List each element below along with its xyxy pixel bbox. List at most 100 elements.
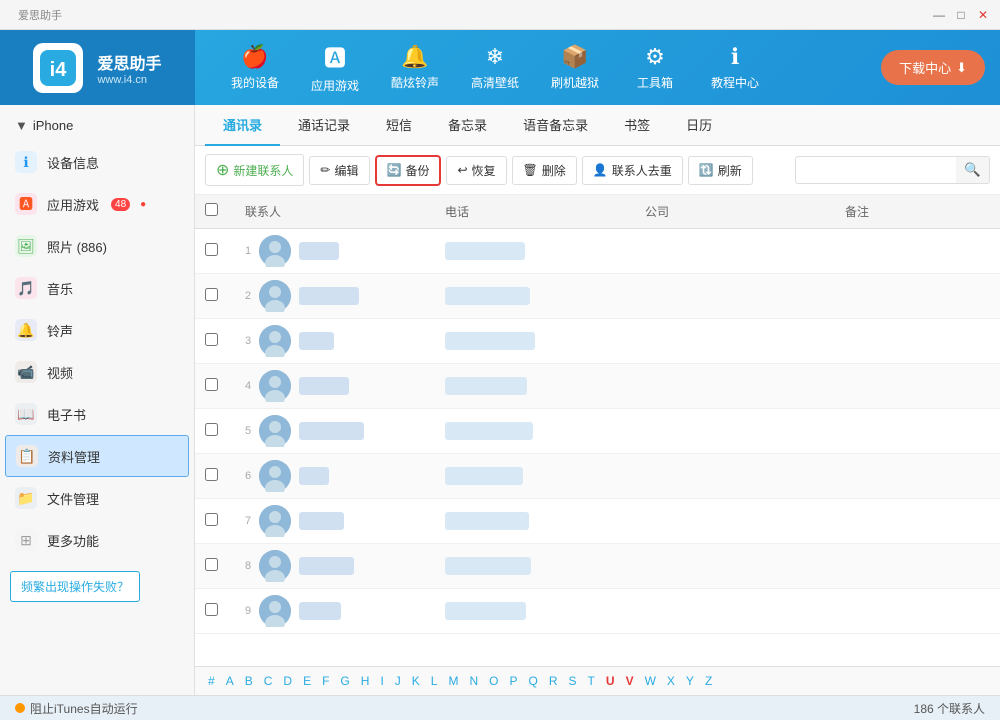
- maximize-button[interactable]: □: [952, 6, 970, 24]
- alpha-index-item[interactable]: B: [242, 673, 256, 689]
- alpha-index-item[interactable]: D: [280, 673, 295, 689]
- tab-calendar[interactable]: 日历: [668, 105, 730, 146]
- alpha-index-item[interactable]: N: [466, 673, 481, 689]
- alpha-index-item[interactable]: S: [566, 673, 580, 689]
- nav-tutorials[interactable]: ℹ 教程中心: [695, 30, 775, 105]
- sidebar-item-file-mgr[interactable]: 📁 文件管理: [0, 477, 194, 519]
- freq-error-button[interactable]: 频繁出现操作失败？: [10, 571, 140, 602]
- alpha-index-item[interactable]: T: [585, 673, 598, 689]
- nav-tools[interactable]: ⚙ 工具箱: [615, 30, 695, 105]
- alpha-index-item[interactable]: G: [337, 673, 352, 689]
- alpha-index-item[interactable]: M: [445, 673, 461, 689]
- contact-name: [299, 512, 344, 530]
- new-contact-button[interactable]: ⊕ 新建联系人: [205, 154, 304, 186]
- table-row[interactable]: 4: [195, 364, 1000, 409]
- row-checkbox[interactable]: [205, 423, 218, 436]
- sidebar-item-file-mgr-label: 文件管理: [47, 489, 99, 508]
- alpha-index-item[interactable]: Z: [702, 673, 715, 689]
- tab-notes[interactable]: 备忘录: [430, 105, 505, 146]
- nav-jailbreak[interactable]: 📦 刷机越狱: [535, 30, 615, 105]
- alpha-index-item[interactable]: W: [642, 673, 659, 689]
- sidebar-item-ringtone[interactable]: 🔔 铃声: [0, 309, 194, 351]
- alpha-index-item[interactable]: V: [623, 673, 637, 689]
- sidebar-item-music[interactable]: 🎵 音乐: [0, 267, 194, 309]
- row-checkbox[interactable]: [205, 558, 218, 571]
- select-all-checkbox[interactable]: [205, 203, 218, 216]
- row-checkbox[interactable]: [205, 333, 218, 346]
- titlebar: 爱思助手 — □ ✕: [0, 0, 1000, 30]
- row-checkbox[interactable]: [205, 378, 218, 391]
- alpha-index-item[interactable]: U: [603, 673, 618, 689]
- device-header[interactable]: ▼ iPhone: [0, 110, 194, 141]
- table-row[interactable]: 6: [195, 454, 1000, 499]
- alpha-index-item[interactable]: C: [261, 673, 276, 689]
- edit-button[interactable]: ✏ 编辑: [309, 156, 369, 185]
- sidebar-item-ebook[interactable]: 📖 电子书: [0, 393, 194, 435]
- nav-ringtones[interactable]: 🔔 酷炫铃声: [375, 30, 455, 105]
- music-icon: 🎵: [15, 277, 37, 299]
- alpha-index-item[interactable]: K: [409, 673, 423, 689]
- apple-icon: 🍎: [241, 44, 268, 70]
- backup-icon: 🔄: [387, 163, 402, 177]
- row-checkbox[interactable]: [205, 603, 218, 616]
- tab-voice-notes[interactable]: 语音备忘录: [505, 105, 606, 146]
- table-row[interactable]: 5: [195, 409, 1000, 454]
- tab-bookmarks[interactable]: 书签: [606, 105, 668, 146]
- table-row[interactable]: 1: [195, 229, 1000, 274]
- row-checkbox[interactable]: [205, 243, 218, 256]
- backup-button[interactable]: 🔄 备份: [375, 155, 442, 186]
- alpha-index-item[interactable]: O: [486, 673, 501, 689]
- nav-apps[interactable]: 🅰 应用游戏: [295, 30, 375, 105]
- contact-phone: [445, 377, 527, 395]
- delete-button[interactable]: 🗑 删除: [512, 156, 577, 185]
- row-checkbox[interactable]: [205, 468, 218, 481]
- contact-phone: [445, 287, 530, 305]
- dedup-button[interactable]: 👤 联系人去重: [582, 156, 683, 185]
- alpha-index-item[interactable]: H: [358, 673, 373, 689]
- col-note: 备注: [835, 203, 1000, 220]
- table-row[interactable]: 9: [195, 589, 1000, 634]
- search-input[interactable]: [796, 158, 956, 182]
- table-row[interactable]: 3: [195, 319, 1000, 364]
- alpha-index-item[interactable]: X: [664, 673, 678, 689]
- sidebar-item-more-label: 更多功能: [47, 531, 99, 550]
- collapse-arrow-icon: ▼: [15, 118, 28, 133]
- sidebar-item-more[interactable]: ⊞ 更多功能: [0, 519, 194, 561]
- table-row[interactable]: 2: [195, 274, 1000, 319]
- sidebar-item-device-info[interactable]: ℹ 设备信息: [0, 141, 194, 183]
- alpha-index-item[interactable]: I: [377, 673, 386, 689]
- alpha-index-item[interactable]: Y: [683, 673, 697, 689]
- minimize-button[interactable]: —: [930, 6, 948, 24]
- sidebar-item-data-mgr[interactable]: 📋 资料管理: [5, 435, 189, 477]
- close-button[interactable]: ✕: [974, 6, 992, 24]
- alpha-index-item[interactable]: F: [319, 673, 332, 689]
- alpha-index-item[interactable]: L: [428, 673, 441, 689]
- alpha-index-item[interactable]: R: [546, 673, 561, 689]
- alpha-index-item[interactable]: E: [300, 673, 314, 689]
- row-checkbox[interactable]: [205, 513, 218, 526]
- download-center-button[interactable]: 下载中心 ⬇: [881, 50, 985, 85]
- sidebar-item-video[interactable]: 📹 视频: [0, 351, 194, 393]
- refresh-button[interactable]: 🔃 刷新: [688, 156, 753, 185]
- alpha-index-item[interactable]: #: [205, 673, 218, 689]
- sidebar-item-apps[interactable]: 🅰 应用游戏 48 ●: [0, 183, 194, 225]
- tab-sms[interactable]: 短信: [368, 105, 430, 146]
- table-row[interactable]: 8: [195, 544, 1000, 589]
- search-button[interactable]: 🔍: [956, 157, 989, 183]
- contact-phone: [445, 422, 533, 440]
- tab-contacts[interactable]: 通讯录: [205, 105, 280, 146]
- nav-wallpaper[interactable]: ❄ 高清壁纸: [455, 30, 535, 105]
- row-checkbox[interactable]: [205, 288, 218, 301]
- table-row[interactable]: 7: [195, 499, 1000, 544]
- restore-button[interactable]: ↩ 恢复: [446, 156, 506, 185]
- plus-icon: ⊕: [216, 160, 229, 180]
- nav-my-device[interactable]: 🍎 我的设备: [215, 30, 295, 105]
- alpha-index-item[interactable]: P: [507, 673, 521, 689]
- alpha-index-item[interactable]: A: [223, 673, 237, 689]
- alpha-index-item[interactable]: Q: [526, 673, 541, 689]
- sidebar-item-photos[interactable]: 🖼 照片 (886): [0, 225, 194, 267]
- tab-call-log[interactable]: 通话记录: [280, 105, 368, 146]
- contact-name: [299, 557, 354, 575]
- row-number: 7: [245, 515, 251, 527]
- alpha-index-item[interactable]: J: [392, 673, 404, 689]
